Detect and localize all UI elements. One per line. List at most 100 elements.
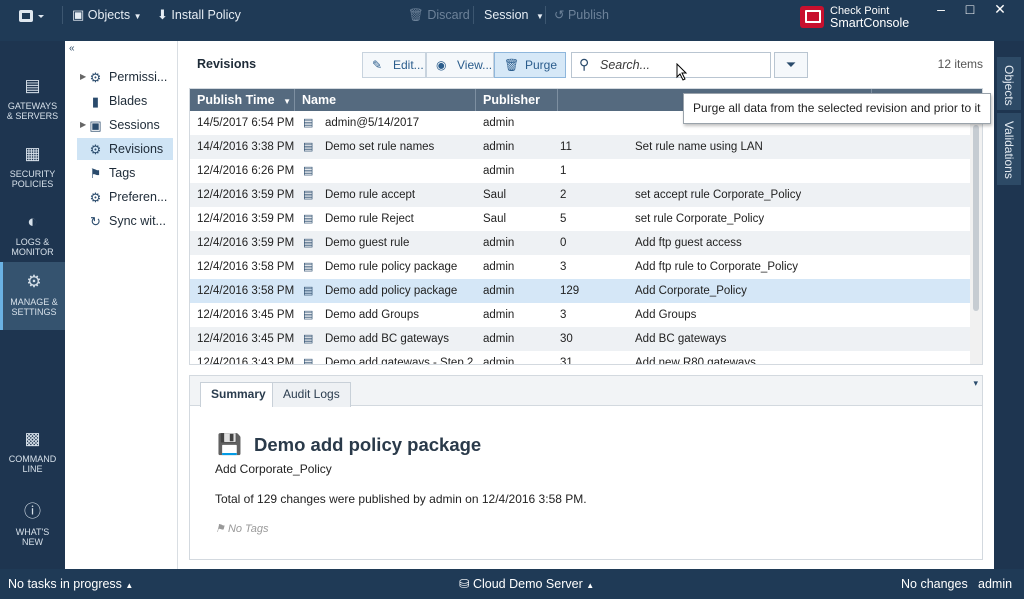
cell-description: Add Corporate_Policy	[635, 285, 747, 297]
cell-changes: 3	[560, 309, 567, 321]
session-menu-button[interactable]: Session ▼	[484, 0, 544, 30]
search-input[interactable]: ⚲ Search...	[571, 52, 771, 78]
expand-arrow-icon[interactable]: ▶	[80, 66, 86, 88]
revision-icon: ▤	[303, 141, 314, 153]
tree-item-revisions[interactable]: ⚙ Revisions	[77, 138, 173, 160]
close-button[interactable]: ✕	[985, 0, 1015, 20]
cell-name: Demo add policy package	[325, 285, 458, 297]
table-row[interactable]: ▤ 12/4/2016 3:45 PM Demo add Groups admin 3 A…	[190, 303, 972, 327]
collapse-panel-icon[interactable]: «	[69, 43, 75, 54]
table-row[interactable]: ▤ 12/4/2016 6:26 PM admin 1	[190, 159, 972, 183]
cell-publish-time: 12/4/2016 3:43 PM	[197, 357, 295, 365]
tag-icon: ⚑	[215, 523, 225, 535]
tree-item-blades[interactable]: ▮ Blades	[77, 90, 173, 112]
column-header-publish-time[interactable]: Publish Time ▼	[190, 89, 295, 111]
maximize-button[interactable]: □	[955, 0, 985, 20]
tab-label: Validations	[1002, 121, 1016, 179]
tab-audit-logs[interactable]: Audit Logs	[272, 382, 351, 407]
table-row[interactable]: ▤ 14/4/2016 3:38 PM Demo set rule names adm…	[190, 135, 972, 159]
scrollbar-thumb[interactable]	[973, 125, 979, 311]
eye-icon: ◉	[436, 58, 447, 72]
chevron-up-icon: ▲	[125, 581, 134, 590]
search-icon: ⚲	[579, 56, 590, 72]
gear-icon: ⚙	[26, 272, 42, 291]
tab-objects[interactable]: Objects	[997, 57, 1021, 110]
details-tabbar: Summary Audit Logs ▾	[190, 376, 982, 407]
tree-item-label: Revisions	[109, 142, 164, 156]
status-bar: No tasks in progress ▲ ⛁ Cloud Demo Serv…	[0, 569, 1024, 599]
cell-publisher: admin	[483, 333, 515, 345]
tab-validations[interactable]: Validations	[997, 113, 1021, 185]
cell-name: Demo add Groups	[325, 309, 419, 321]
discard-button[interactable]: 🗑 Discard	[408, 0, 470, 30]
tree-item-tags[interactable]: ⚑ Tags	[77, 162, 173, 184]
revision-icon: ▤	[303, 117, 314, 129]
cell-description: Set rule name using LAN	[635, 141, 763, 153]
nav-whats-new[interactable]: ⓘ WHAT'S NEW	[0, 492, 65, 560]
help-icon: ⓘ	[24, 502, 41, 521]
tags-label: No Tags	[227, 523, 269, 535]
cell-changes: 1	[560, 165, 567, 177]
tab-summary[interactable]: Summary	[200, 382, 277, 407]
cell-changes: 2	[560, 189, 567, 201]
vertical-scrollbar[interactable]	[970, 111, 982, 364]
revision-description: Add Corporate_Policy	[215, 462, 332, 476]
tree-item-permissions[interactable]: ▶ ⚙ Permissi...	[77, 66, 173, 88]
server-status[interactable]: ⛁ Cloud Demo Server ▲	[459, 569, 594, 599]
cell-changes: 0	[560, 237, 567, 249]
expand-arrow-icon[interactable]: ▶	[80, 114, 86, 136]
tasks-label: No tasks in progress	[8, 577, 122, 591]
revisions-table: Publish Time ▼ Name Publisher ▤ 14/5/2017…	[189, 88, 983, 365]
tree-item-sessions[interactable]: ▶ ▣ Sessions	[77, 114, 173, 136]
terminal-icon: ▩	[24, 429, 41, 448]
nav-label: WHAT'S	[15, 527, 50, 537]
nav-label: MONITOR	[11, 247, 54, 257]
column-header-name[interactable]: Name	[295, 89, 476, 111]
filter-button[interactable]: ⏷	[774, 52, 808, 78]
cell-name: Demo rule Reject	[325, 213, 414, 225]
tasks-status[interactable]: No tasks in progress ▲	[8, 569, 133, 599]
details-panel: Summary Audit Logs ▾ 💾 Demo add policy p…	[189, 375, 983, 560]
table-row[interactable]: ▤ 12/4/2016 3:59 PM Demo rule accept Saul 2 s…	[190, 183, 972, 207]
cell-changes: 3	[560, 261, 567, 273]
cell-name: Demo rule accept	[325, 189, 416, 201]
install-policy-label: Install Policy	[171, 8, 241, 22]
nav-gateways-servers[interactable]: ▤ GATEWAYS & SERVERS	[0, 66, 65, 134]
table-row[interactable]: ▤ 12/4/2016 3:45 PM Demo add BC gateways ad…	[190, 327, 972, 351]
edit-button[interactable]: ✎ Edit...	[362, 52, 426, 78]
expand-panel-icon[interactable]: ▾	[973, 378, 978, 389]
tab-label: Summary	[211, 387, 266, 401]
table-row[interactable]: ▤ 12/4/2016 3:58 PM Demo rule policy packa…	[190, 255, 972, 279]
install-policy-button[interactable]: ⬇ Install Policy	[157, 0, 241, 30]
column-label: Publish Time	[197, 93, 275, 107]
table-row[interactable]: ▤ 12/4/2016 3:59 PM Demo guest rule admin 0 A…	[190, 231, 972, 255]
tree-item-label: Blades	[109, 94, 148, 108]
table-row[interactable]: ▤ 12/4/2016 3:59 PM Demo rule Reject Saul 5 s…	[190, 207, 972, 231]
current-user[interactable]: admin	[978, 569, 1012, 599]
app-menu-button[interactable]	[18, 0, 44, 30]
table-row[interactable]: ▤ 12/4/2016 3:43 PM Demo add gateways - St…	[190, 351, 972, 365]
view-button[interactable]: ◉ View...	[426, 52, 494, 78]
discard-label: Discard	[427, 8, 470, 22]
minimize-button[interactable]: –	[926, 0, 956, 20]
objects-menu-button[interactable]: ▣ Objects ▼	[72, 0, 142, 30]
nav-command-line[interactable]: ▩ COMMAND LINE	[0, 419, 65, 487]
table-row[interactable]: ▤ 12/4/2016 3:58 PM Demo add policy packag…	[190, 279, 972, 303]
tree-item-preferences[interactable]: ⚙ Preferen...	[77, 186, 173, 208]
tree-item-label: Preferen...	[109, 190, 168, 204]
nav-logs-monitor[interactable]: ◐ LOGS & MONITOR	[0, 202, 65, 270]
server-label: Cloud Demo Server	[472, 577, 583, 591]
cell-changes: 31	[560, 357, 573, 365]
column-header-publisher[interactable]: Publisher	[476, 89, 558, 111]
nav-label: SETTINGS	[11, 307, 57, 317]
cell-description: Add new R80 gateways	[635, 357, 756, 365]
nav-label: COMMAND	[8, 454, 57, 464]
nav-label: LINE	[22, 464, 43, 474]
nav-label: MANAGE &	[10, 297, 58, 307]
purge-button[interactable]: 🗑 Purge	[494, 52, 566, 78]
view-label: View...	[457, 58, 493, 72]
nav-security-policies[interactable]: ▦ SECURITY POLICIES	[0, 134, 65, 202]
publish-button[interactable]: ↺ Publish	[554, 0, 609, 30]
nav-manage-settings[interactable]: ⚙ MANAGE & SETTINGS	[0, 262, 65, 330]
tree-item-sync[interactable]: ↻ Sync wit...	[77, 210, 173, 232]
